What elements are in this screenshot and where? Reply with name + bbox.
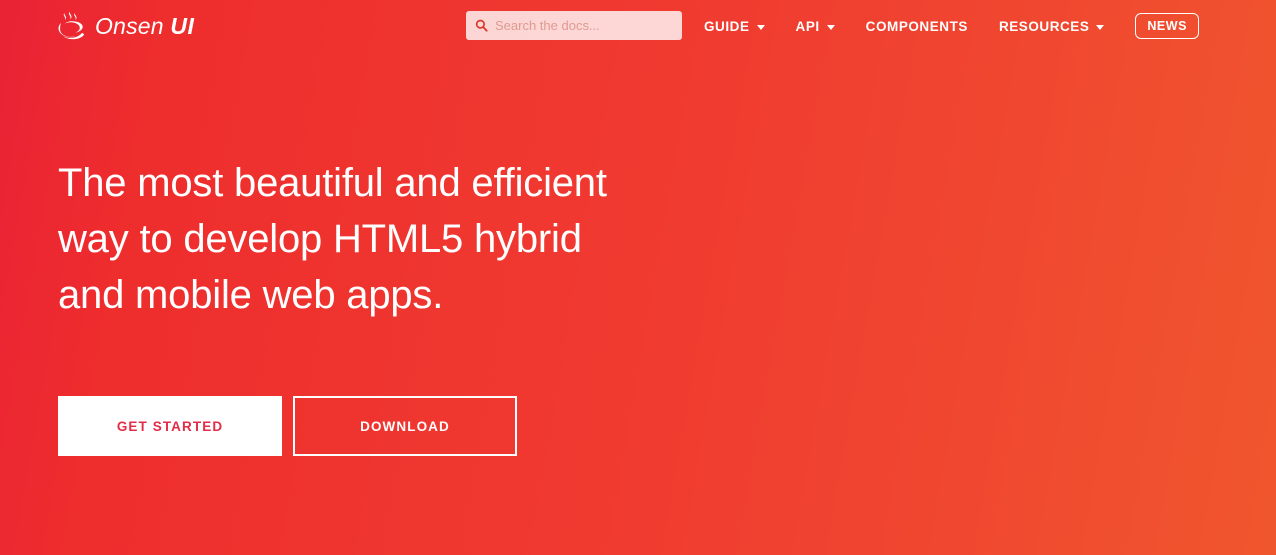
news-button[interactable]: NEWS bbox=[1135, 13, 1199, 39]
search-input[interactable] bbox=[495, 18, 674, 33]
hero-headline-line-3: and mobile web apps. bbox=[58, 273, 444, 317]
nav-item-components-label: COMPONENTS bbox=[865, 18, 968, 34]
search-icon bbox=[475, 19, 488, 32]
search-box[interactable] bbox=[466, 11, 682, 40]
nav-item-api[interactable]: API bbox=[796, 19, 835, 34]
onsen-ui-landing-page: Onsen UI GUIDE API COMPONENTS RESOURCES bbox=[0, 0, 1276, 555]
site-header: Onsen UI GUIDE API COMPONENTS RESOURCES bbox=[0, 0, 1276, 52]
hero-headline-line-2: way to develop HTML5 hybrid bbox=[58, 217, 582, 261]
brand-name-bold: UI bbox=[170, 12, 195, 39]
nav-item-api-label: API bbox=[795, 18, 820, 34]
brand-logo-link[interactable]: Onsen UI bbox=[58, 8, 194, 44]
nav-item-resources[interactable]: RESOURCES bbox=[998, 18, 1105, 34]
hero-headline-line-1: The most beautiful and efficient bbox=[58, 161, 607, 205]
hero-headline: The most beautiful and efficient way to … bbox=[58, 155, 758, 323]
hero-section: The most beautiful and efficient way to … bbox=[58, 155, 758, 323]
hero-cta-row: GET STARTED DOWNLOAD bbox=[58, 396, 517, 456]
nav-item-resources-label: RESOURCES bbox=[998, 18, 1090, 34]
brand-name-light: Onsen bbox=[95, 12, 164, 39]
chevron-down-icon bbox=[826, 24, 835, 30]
chevron-down-icon bbox=[1096, 24, 1105, 30]
nav-item-guide-label: GUIDE bbox=[704, 18, 750, 34]
get-started-button[interactable]: GET STARTED bbox=[58, 396, 282, 456]
primary-navigation: GUIDE API COMPONENTS RESOURCES NEWS bbox=[704, 0, 1199, 52]
chevron-down-icon bbox=[756, 24, 765, 30]
nav-item-guide[interactable]: GUIDE bbox=[704, 19, 765, 34]
onsen-hotspring-logo-icon bbox=[58, 11, 85, 40]
nav-item-components[interactable]: COMPONENTS bbox=[866, 19, 968, 34]
download-button[interactable]: DOWNLOAD bbox=[293, 396, 517, 456]
brand-name: Onsen UI bbox=[95, 12, 195, 39]
